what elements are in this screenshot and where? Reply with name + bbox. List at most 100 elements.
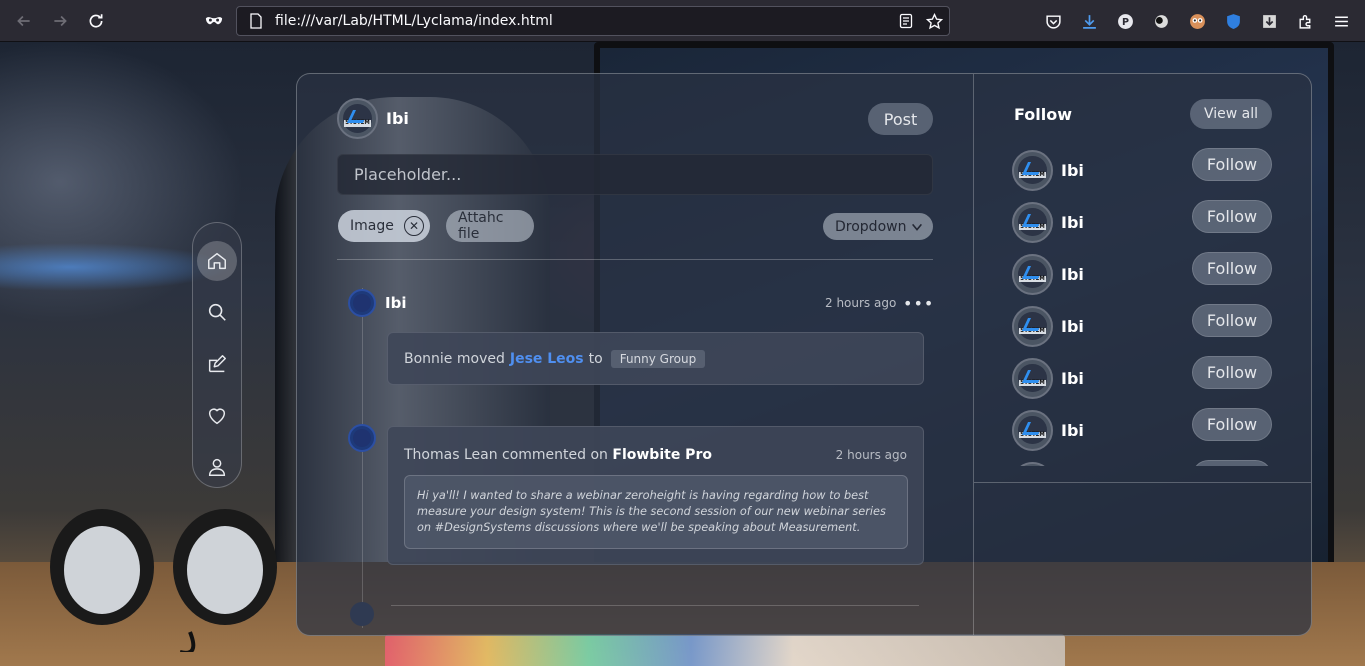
follow-title: Follow: [1014, 105, 1073, 124]
home-icon: [208, 252, 226, 269]
feed-item-avatar: [348, 424, 376, 452]
system-logo-icon: [352, 293, 372, 313]
nav-edit-button[interactable]: [197, 344, 237, 384]
url-bar[interactable]: file:///var/Lab/HTML/Lyclama/index.html: [236, 6, 950, 36]
avatar[interactable]: SYSTEM: [1012, 253, 1053, 295]
avatar[interactable]: SYSTEM: [337, 98, 378, 139]
avatar[interactable]: SYSTEM: [1012, 461, 1053, 466]
activity-card-comment: Thomas Lean commented on Flowbite Pro 2 …: [387, 426, 924, 565]
arrow-left-icon: [17, 15, 30, 27]
nav-favorites-button[interactable]: [197, 396, 237, 436]
feed-user-name[interactable]: Ibi: [385, 294, 406, 312]
wallpaper-headphones: [50, 509, 277, 652]
extension-shield-icon[interactable]: [1220, 8, 1247, 34]
avatar[interactable]: SYSTEM: [1012, 305, 1053, 347]
image-chip[interactable]: Image ✕: [338, 210, 430, 242]
system-logo-icon: [352, 428, 372, 448]
follow-user-name[interactable]: Ibi: [1061, 317, 1084, 336]
nav-search-button[interactable]: [197, 293, 237, 333]
avatar[interactable]: SYSTEM: [1012, 201, 1053, 243]
wallpaper-keyboard: [385, 634, 1065, 666]
avatar[interactable]: [348, 424, 376, 452]
nav-home-button[interactable]: [197, 241, 237, 281]
group-tag[interactable]: Funny Group: [610, 349, 706, 368]
arrow-right-icon: [54, 15, 67, 27]
column-divider: [973, 74, 974, 635]
close-circle-icon[interactable]: ✕: [404, 216, 424, 236]
attach-file-chip[interactable]: Attahc file: [446, 210, 534, 242]
avatar[interactable]: SYSTEM: [1012, 409, 1053, 451]
comment-quote: Hi ya'll! I wanted to share a webinar ze…: [404, 475, 908, 549]
activity-card-move: Bonnie moved Jese Leos to Funny Group: [387, 332, 924, 385]
private-mask-icon: [196, 5, 232, 37]
follow-row: SYSTEM Ibi Follow: [1012, 248, 1277, 300]
attach-file-label: Attahc file: [458, 210, 504, 242]
follow-user-name[interactable]: Ibi: [1061, 265, 1084, 284]
follow-user-name[interactable]: Ibi: [1061, 161, 1084, 180]
heart-icon: [208, 408, 226, 424]
url-text[interactable]: file:///var/Lab/HTML/Lyclama/index.html: [275, 13, 553, 29]
feed-item-avatar: [350, 602, 374, 626]
comment-target-link[interactable]: Flowbite Pro: [612, 447, 712, 463]
system-logo-icon: SYSTEM: [1018, 155, 1047, 185]
follow-row: SYSTEM Ibi Follow: [1012, 144, 1277, 196]
browser-toolbar: file:///var/Lab/HTML/Lyclama/index.html …: [0, 0, 1365, 42]
download-icon[interactable]: [1076, 8, 1103, 34]
follow-button[interactable]: Follow: [1192, 148, 1272, 181]
more-options-icon[interactable]: •••: [903, 294, 934, 313]
follow-button[interactable]: Follow: [1192, 356, 1272, 389]
follow-user-name[interactable]: Ibi: [1061, 369, 1084, 388]
extension-face-icon[interactable]: [1184, 8, 1211, 34]
page-icon: [250, 13, 262, 29]
follow-button[interactable]: Follow: [1192, 252, 1272, 285]
extension-p-icon[interactable]: P: [1112, 8, 1139, 34]
composer-header: SYSTEM Ibi: [337, 98, 409, 139]
follow-button[interactable]: Follow: [1192, 460, 1272, 466]
follow-user-name[interactable]: Ibi: [1061, 421, 1084, 440]
side-navigation: [192, 222, 242, 488]
bookmark-star-icon[interactable]: [925, 11, 943, 31]
pocket-icon[interactable]: [1040, 8, 1067, 34]
post-button[interactable]: Post: [868, 103, 933, 135]
avatar[interactable]: SYSTEM: [1012, 357, 1053, 399]
follow-user-name[interactable]: Ibi: [1061, 213, 1084, 232]
feed-item-header: Ibi: [348, 289, 406, 317]
forward-button[interactable]: [42, 5, 78, 37]
reload-icon: [89, 14, 103, 28]
reader-mode-icon[interactable]: [897, 11, 915, 31]
system-logo-icon: SYSTEM: [1018, 207, 1047, 237]
user-icon: [208, 459, 226, 477]
follow-button[interactable]: Follow: [1192, 200, 1272, 233]
feed-divider: [391, 605, 919, 606]
follow-row: SYSTEMIbiFollow: [1012, 456, 1277, 466]
avatar[interactable]: [348, 289, 376, 317]
feed-timestamp: 2 hours ago: [825, 296, 897, 310]
system-logo-icon: SYSTEM: [1018, 415, 1047, 445]
chevron-down-icon: [912, 223, 923, 231]
social-panel: SYSTEM Ibi Post Image ✕ Attahc file Drop…: [296, 73, 1312, 636]
system-logo-icon: SYSTEM: [1018, 311, 1047, 341]
menu-hamburger-icon[interactable]: [1328, 8, 1355, 34]
comment-header: Thomas Lean commented on Flowbite Pro: [404, 447, 712, 463]
avatar[interactable]: SYSTEM: [1012, 149, 1053, 191]
reload-button[interactable]: [78, 5, 114, 37]
dropdown-button[interactable]: Dropdown: [823, 213, 933, 240]
comment-prefix: Thomas Lean commented on: [404, 447, 608, 463]
follow-row: SYSTEM Ibi Follow: [1012, 404, 1277, 456]
view-all-button[interactable]: View all: [1190, 99, 1272, 129]
composer-user-name: Ibi: [386, 109, 409, 128]
follow-row: SYSTEM Ibi Follow: [1012, 300, 1277, 352]
composer-divider: [337, 259, 933, 260]
follow-button[interactable]: Follow: [1192, 408, 1272, 441]
post-input[interactable]: [337, 154, 933, 195]
follow-button[interactable]: Follow: [1192, 304, 1272, 337]
extension-dot-icon[interactable]: [1148, 8, 1175, 34]
activity-to-text: to: [588, 350, 603, 367]
comment-timestamp: 2 hours ago: [835, 448, 907, 462]
mention-link[interactable]: Jese Leos: [510, 351, 584, 367]
follow-list[interactable]: SYSTEM Ibi Follow SYSTEM Ibi Follow SYSTEM Ibi F…: [1012, 144, 1277, 466]
extensions-puzzle-icon[interactable]: [1292, 8, 1319, 34]
nav-profile-button[interactable]: [197, 447, 237, 487]
extension-download-box-icon[interactable]: [1256, 8, 1283, 34]
back-button[interactable]: [6, 5, 42, 37]
